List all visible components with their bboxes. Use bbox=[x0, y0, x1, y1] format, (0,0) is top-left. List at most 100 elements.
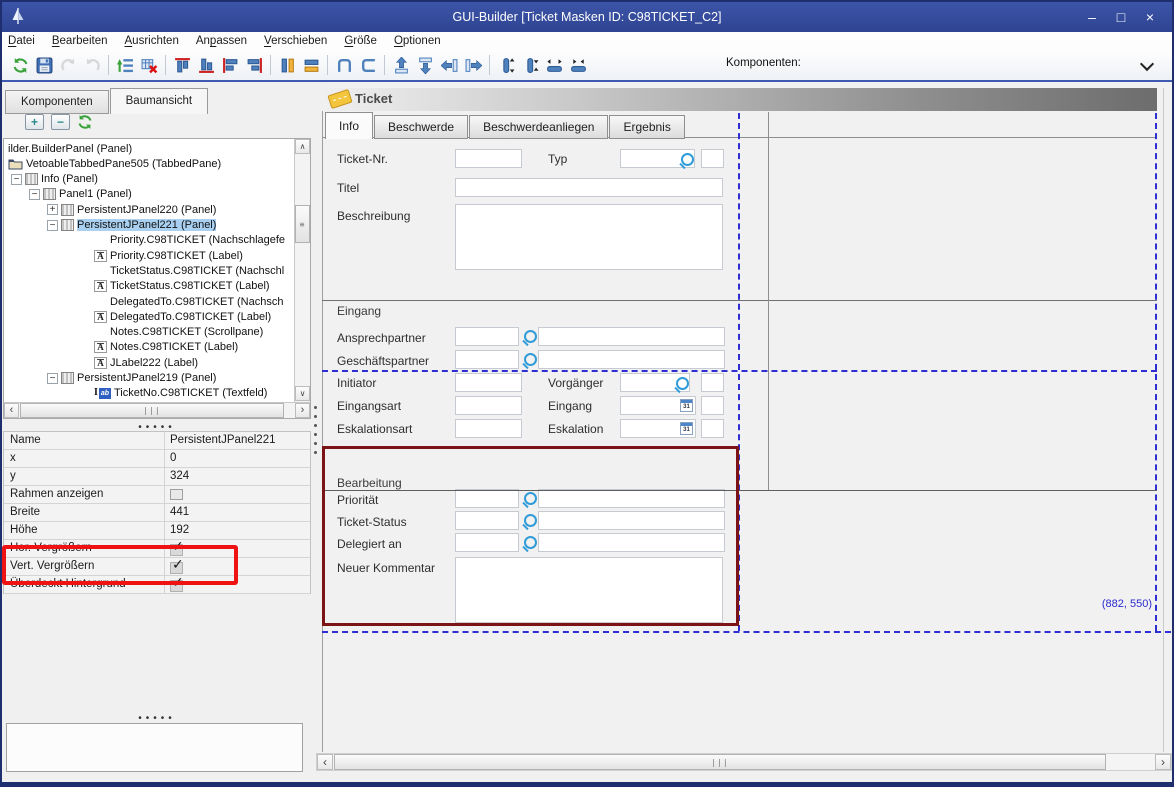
tab-order-icon[interactable] bbox=[113, 53, 137, 77]
vorgänger-lookup-icon[interactable] bbox=[676, 377, 689, 390]
space-vertical-icon[interactable] bbox=[356, 53, 380, 77]
move-up-icon[interactable] bbox=[389, 53, 413, 77]
tree-item[interactable]: ADelegatedTo.C98TICKET (Label) bbox=[4, 309, 294, 324]
ansprechpartner-lookup-icon[interactable] bbox=[524, 330, 537, 343]
typ-field-2[interactable] bbox=[701, 149, 724, 168]
align-left-icon[interactable] bbox=[218, 53, 242, 77]
maximize-button[interactable]: □ bbox=[1113, 8, 1129, 26]
komponenten-dropdown[interactable] bbox=[806, 53, 1162, 78]
menu-anpassen[interactable]: Anpassen bbox=[196, 35, 247, 47]
eingang-calendar-icon[interactable]: 31 bbox=[680, 399, 693, 412]
property-row-name[interactable]: NamePersistentJPanel221 bbox=[4, 432, 310, 450]
form-tab-info[interactable]: Info bbox=[325, 112, 373, 139]
resize-width-icon[interactable] bbox=[542, 53, 566, 77]
ansprechpartner-field-2[interactable] bbox=[538, 327, 725, 346]
tree-item[interactable]: Notes.C98TICKET (Scrollpane) bbox=[4, 325, 294, 340]
canvas-hscroll-thumb[interactable]: ||| bbox=[334, 754, 1106, 770]
align-right-icon[interactable] bbox=[242, 53, 266, 77]
property-row-rahmen-anzeigen[interactable]: Rahmen anzeigen bbox=[4, 486, 310, 504]
tab-komponenten[interactable]: Komponenten bbox=[5, 90, 109, 114]
tree-horizontal-scrollbar[interactable]: ‹ ||| › bbox=[4, 402, 310, 418]
tree-collapse-icon[interactable]: − bbox=[11, 174, 22, 185]
remove-component-icon[interactable] bbox=[137, 53, 161, 77]
resize-height-icon[interactable] bbox=[494, 53, 518, 77]
close-button[interactable]: × bbox=[1142, 8, 1158, 26]
eskalationsart-field[interactable] bbox=[455, 419, 522, 438]
geschäftspartner-lookup-icon[interactable] bbox=[524, 353, 537, 366]
tree-item[interactable]: −Info (Panel) bbox=[4, 172, 294, 187]
move-left-icon[interactable] bbox=[437, 53, 461, 77]
eingangsart-field[interactable] bbox=[455, 396, 522, 415]
geschäftspartner-field[interactable] bbox=[455, 350, 519, 369]
ansprechpartner-field[interactable] bbox=[455, 327, 519, 346]
initiator-field[interactable] bbox=[455, 373, 522, 392]
scroll-up-button[interactable]: ∧ bbox=[295, 139, 310, 154]
beschreibung-textarea[interactable] bbox=[455, 204, 723, 270]
checkbox-unchecked[interactable] bbox=[170, 489, 183, 500]
tree-item[interactable]: ANotes.C98TICKET (Label) bbox=[4, 340, 294, 355]
tree-item[interactable]: −PersistentJPanel219 (Panel) bbox=[4, 371, 294, 386]
tree-hscroll-thumb[interactable]: ||| bbox=[20, 403, 284, 418]
property-row-y[interactable]: y324 bbox=[4, 468, 310, 486]
tree-collapse-icon[interactable]: − bbox=[29, 189, 40, 200]
tree-item[interactable]: +PersistentJPanel220 (Panel) bbox=[4, 202, 294, 217]
eingang-field-2[interactable] bbox=[701, 396, 724, 415]
tree-item[interactable]: AJLabel222 (Label) bbox=[4, 355, 294, 370]
collapse-all-button[interactable]: − bbox=[51, 114, 70, 130]
align-bottom-icon[interactable] bbox=[194, 53, 218, 77]
scroll-down-button[interactable]: ∨ bbox=[295, 386, 310, 401]
splitter-handle[interactable]: ••••• bbox=[3, 713, 311, 724]
typ-lookup-icon[interactable] bbox=[681, 153, 694, 166]
panel-splitter[interactable] bbox=[314, 406, 317, 454]
tree-item[interactable]: ilder.BuilderPanel (Panel) bbox=[4, 141, 294, 156]
move-down-icon[interactable] bbox=[413, 53, 437, 77]
refresh-tree-icon[interactable] bbox=[77, 114, 93, 130]
scroll-left-button[interactable]: ‹ bbox=[317, 754, 333, 770]
tree-vertical-scrollbar[interactable]: ∧ ≡ ∨ bbox=[294, 139, 310, 402]
tree-collapse-icon[interactable]: − bbox=[47, 373, 58, 384]
match-width-icon[interactable] bbox=[299, 53, 323, 77]
ticket-nr-field[interactable] bbox=[455, 149, 522, 168]
scroll-right-button[interactable]: › bbox=[1155, 754, 1171, 770]
tree-item[interactable]: IabTicketNo.C98TICKET (Textfeld) bbox=[4, 386, 294, 401]
tree-item[interactable]: ATicketStatus.C98TICKET (Label) bbox=[4, 279, 294, 294]
scroll-right-button[interactable]: › bbox=[295, 403, 310, 418]
form-tab-beschwerdeanliegen[interactable]: Beschwerdeanliegen bbox=[469, 115, 608, 139]
menu-größe[interactable]: Größe bbox=[344, 35, 377, 47]
tree-item[interactable]: TicketStatus.C98TICKET (Nachschl bbox=[4, 263, 294, 278]
match-height-icon[interactable] bbox=[275, 53, 299, 77]
space-horizontal-icon[interactable] bbox=[332, 53, 356, 77]
align-top-icon[interactable] bbox=[170, 53, 194, 77]
resize-width-alt-icon[interactable] bbox=[566, 53, 590, 77]
tree-item[interactable]: −Panel1 (Panel) bbox=[4, 187, 294, 202]
tree-vscroll-thumb[interactable]: ≡ bbox=[295, 205, 310, 243]
refresh-icon[interactable] bbox=[8, 53, 32, 77]
vorgänger-field-2[interactable] bbox=[701, 373, 724, 392]
tree-collapse-icon[interactable]: − bbox=[47, 220, 58, 231]
tree-item[interactable]: VetoableTabbedPane505 (TabbedPane) bbox=[4, 156, 294, 171]
menu-bearbeiten[interactable]: Bearbeiten bbox=[52, 35, 108, 47]
form-tab-ergebnis[interactable]: Ergebnis bbox=[609, 115, 684, 139]
expand-all-button[interactable]: + bbox=[25, 114, 44, 130]
canvas-horizontal-scrollbar[interactable]: ‹ ||| › bbox=[316, 753, 1172, 771]
tree-item[interactable]: DelegatedTo.C98TICKET (Nachsch bbox=[4, 294, 294, 309]
menu-optionen[interactable]: Optionen bbox=[394, 35, 441, 47]
save-icon[interactable] bbox=[32, 53, 56, 77]
menu-ausrichten[interactable]: Ausrichten bbox=[125, 35, 179, 47]
titel-field[interactable] bbox=[455, 178, 723, 197]
eskalation-field-2[interactable] bbox=[701, 419, 724, 438]
property-row-x[interactable]: x0 bbox=[4, 450, 310, 468]
resize-height-alt-icon[interactable] bbox=[518, 53, 542, 77]
menu-datei[interactable]: Datei bbox=[8, 35, 35, 47]
tab-baumansicht[interactable]: Baumansicht bbox=[110, 88, 208, 114]
property-row-breite[interactable]: Breite441 bbox=[4, 504, 310, 522]
splitter-handle[interactable]: ••••• bbox=[3, 422, 311, 433]
minimize-button[interactable]: – bbox=[1084, 8, 1100, 26]
menu-verschieben[interactable]: Verschieben bbox=[264, 35, 327, 47]
form-tab-beschwerde[interactable]: Beschwerde bbox=[374, 115, 468, 139]
tree-item[interactable]: −PersistentJPanel221 (Panel) bbox=[4, 218, 294, 233]
tree-item[interactable]: Priority.C98TICKET (Nachschlagefe bbox=[4, 233, 294, 248]
eskalation-calendar-icon[interactable]: 31 bbox=[680, 422, 693, 435]
geschäftspartner-field-2[interactable] bbox=[538, 350, 725, 369]
scroll-left-button[interactable]: ‹ bbox=[4, 403, 19, 418]
